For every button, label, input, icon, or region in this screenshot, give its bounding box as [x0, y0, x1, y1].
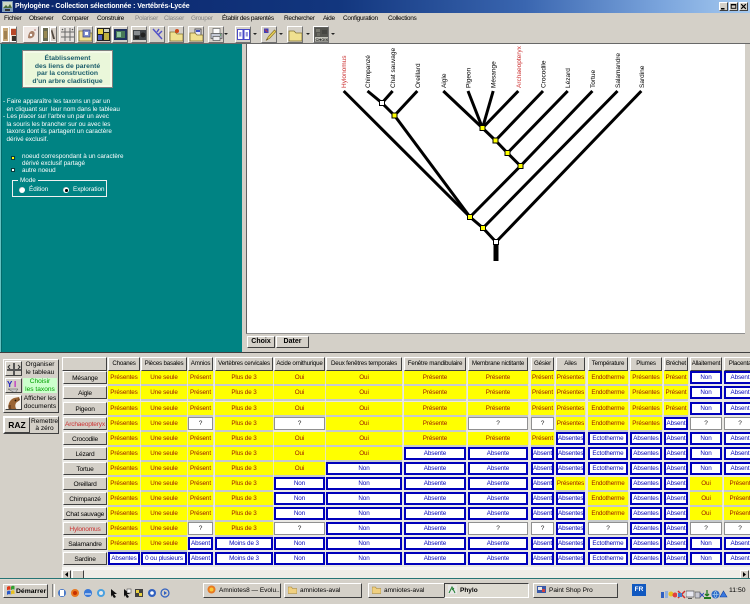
svg-text:I: I [14, 380, 16, 389]
svg-text:CHOIX: CHOIX [316, 37, 329, 42]
svg-text:Mésange: Mésange [491, 61, 498, 88]
svg-text:Y: Y [7, 380, 13, 389]
svg-text:Lézard: Lézard [565, 68, 572, 88]
svg-text:Sardine: Sardine [639, 65, 646, 88]
svg-text:Salamandre: Salamandre [615, 53, 622, 88]
svg-text:Pigeon: Pigeon [466, 67, 473, 88]
svg-text:Oreillard: Oreillard [415, 63, 422, 88]
svg-text:Tortue: Tortue [590, 70, 597, 88]
svg-text:Chat sauvage: Chat sauvage [390, 48, 397, 88]
svg-text:Archaeopteryx: Archaeopteryx [516, 45, 523, 88]
svg-text:Crocodile: Crocodile [541, 60, 548, 88]
svg-text:Hylonomus: Hylonomus [341, 55, 348, 88]
svg-text:Chimpanzé: Chimpanzé [365, 55, 372, 88]
svg-text:Aigle: Aigle [441, 73, 448, 88]
